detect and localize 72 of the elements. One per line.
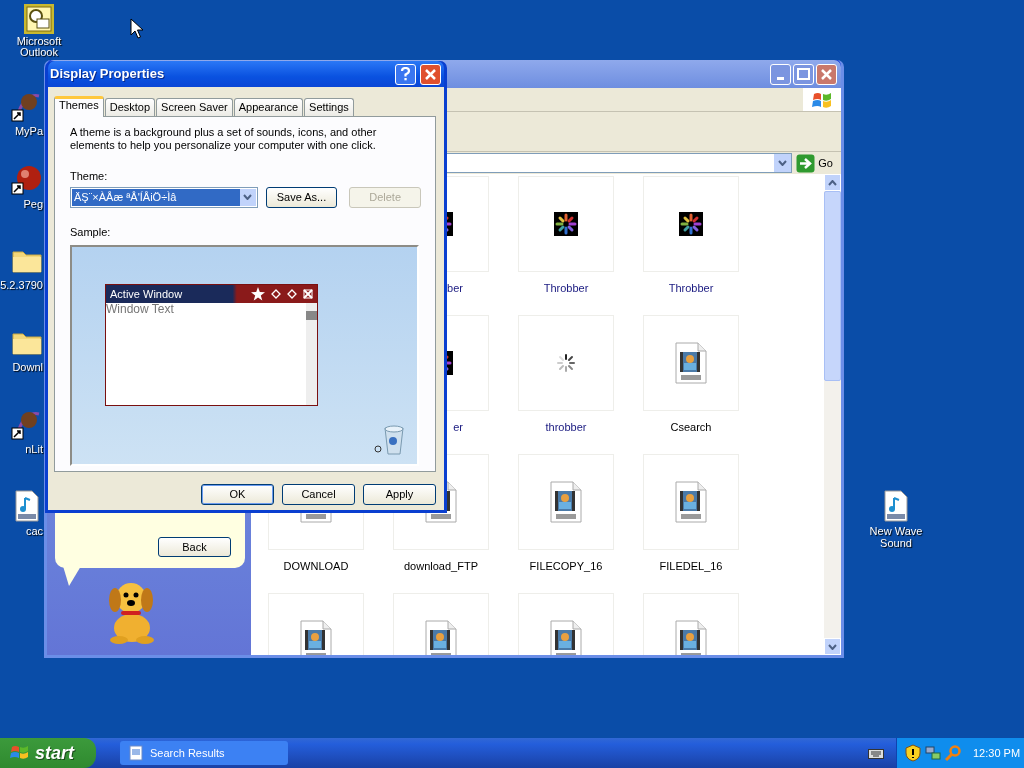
close-icon <box>424 67 437 81</box>
tab[interactable]: Screen Saver <box>156 98 233 116</box>
tab[interactable]: Settings <box>304 98 354 116</box>
ball-icon[interactable] <box>11 163 43 195</box>
star-icon <box>251 287 265 301</box>
shield-icon[interactable] <box>905 744 921 762</box>
file-name[interactable]: FILECOPY_16 <box>529 558 603 575</box>
dialog-button[interactable]: OK <box>201 484 274 505</box>
tab[interactable]: Themes <box>54 96 104 117</box>
clock: 12:30 PM <box>973 745 1021 761</box>
close-icon <box>303 289 313 299</box>
theme-dropdown[interactable]: ÄŞ¨×ÀÅæ ªÅ'ÍÅiÖ÷Ìâ <box>70 186 258 208</box>
icon-label[interactable]: Downl <box>12 361 43 373</box>
icon-label[interactable]: cac <box>25 525 43 537</box>
minimize-icon <box>271 289 281 299</box>
icon-label[interactable]: Peg <box>23 198 43 210</box>
thumbnail-frame[interactable] <box>643 176 739 272</box>
icon-label[interactable]: nLit <box>25 443 43 455</box>
sample-window-title: Active Window <box>110 286 183 302</box>
minimize-button[interactable] <box>770 63 791 85</box>
video-file-icon <box>675 481 707 523</box>
throbber-icon <box>554 212 578 236</box>
close-icon <box>821 68 832 80</box>
window-icon <box>128 745 144 761</box>
keyboard-icon[interactable] <box>868 747 884 759</box>
video-file-icon <box>675 342 707 384</box>
video-file-icon <box>550 481 582 523</box>
file-name[interactable]: DOWNLOAD <box>283 558 349 575</box>
scrollbar[interactable] <box>824 174 841 655</box>
dialog-button[interactable]: Cancel <box>282 484 355 505</box>
icon-label[interactable]: Microsoft Outlook <box>9 36 69 58</box>
file-name[interactable]: Throbber <box>543 280 589 297</box>
theme-button[interactable]: Save As... <box>265 186 338 208</box>
back-button[interactable]: Back <box>158 537 231 557</box>
field-label: Sample: <box>70 224 112 240</box>
file-name[interactable]: Throbber <box>668 280 714 297</box>
thumbnail-frame[interactable] <box>518 454 614 550</box>
tab[interactable]: Appearance <box>233 98 304 116</box>
thumbnail-frame[interactable] <box>518 315 614 411</box>
file-name[interactable]: ber <box>447 280 463 297</box>
maximize-button[interactable] <box>793 63 814 85</box>
maximize-icon <box>797 68 810 80</box>
spinner-icon <box>557 354 575 372</box>
taskbar-button[interactable]: Search Results <box>120 741 288 765</box>
flag-logo-icon <box>10 744 30 762</box>
throbber-icon <box>679 212 703 236</box>
maximize-icon <box>287 289 297 299</box>
tab[interactable]: Desktop <box>104 98 156 116</box>
thumbnail-frame[interactable] <box>643 315 739 411</box>
file-name[interactable]: FILEDEL_16 <box>659 558 723 575</box>
icon-label[interactable]: 5.2.3790 <box>0 279 43 291</box>
description-text: A theme is a background plus a set of sounds, icons, and other elements to help you personalize your computer with one click. <box>70 126 378 152</box>
dialog-button[interactable]: Apply <box>363 484 436 505</box>
thumbnail-frame[interactable] <box>518 176 614 272</box>
sample-window-text: Window Text <box>106 303 175 318</box>
help-button[interactable] <box>395 63 416 85</box>
go-button[interactable]: Go <box>796 153 841 173</box>
close-button[interactable] <box>816 63 837 85</box>
minimize-icon <box>777 76 784 80</box>
file-name[interactable]: throbber <box>545 419 587 436</box>
close-button[interactable] <box>420 63 441 85</box>
question-mark-icon <box>400 67 411 81</box>
file-name[interactable]: er <box>453 419 463 436</box>
field-label: Theme: <box>70 169 109 184</box>
start-button[interactable]: start <box>0 738 96 768</box>
icon-label[interactable]: MyPa <box>14 125 43 137</box>
icon-label[interactable]: New Wave Sound <box>862 525 930 549</box>
file-name[interactable]: download_FTP <box>404 558 478 575</box>
window-title: Display Properties <box>50 65 165 84</box>
thumbnail-frame[interactable] <box>643 454 739 550</box>
file-name[interactable]: Csearch <box>670 419 712 436</box>
cursor-icon <box>130 18 143 39</box>
